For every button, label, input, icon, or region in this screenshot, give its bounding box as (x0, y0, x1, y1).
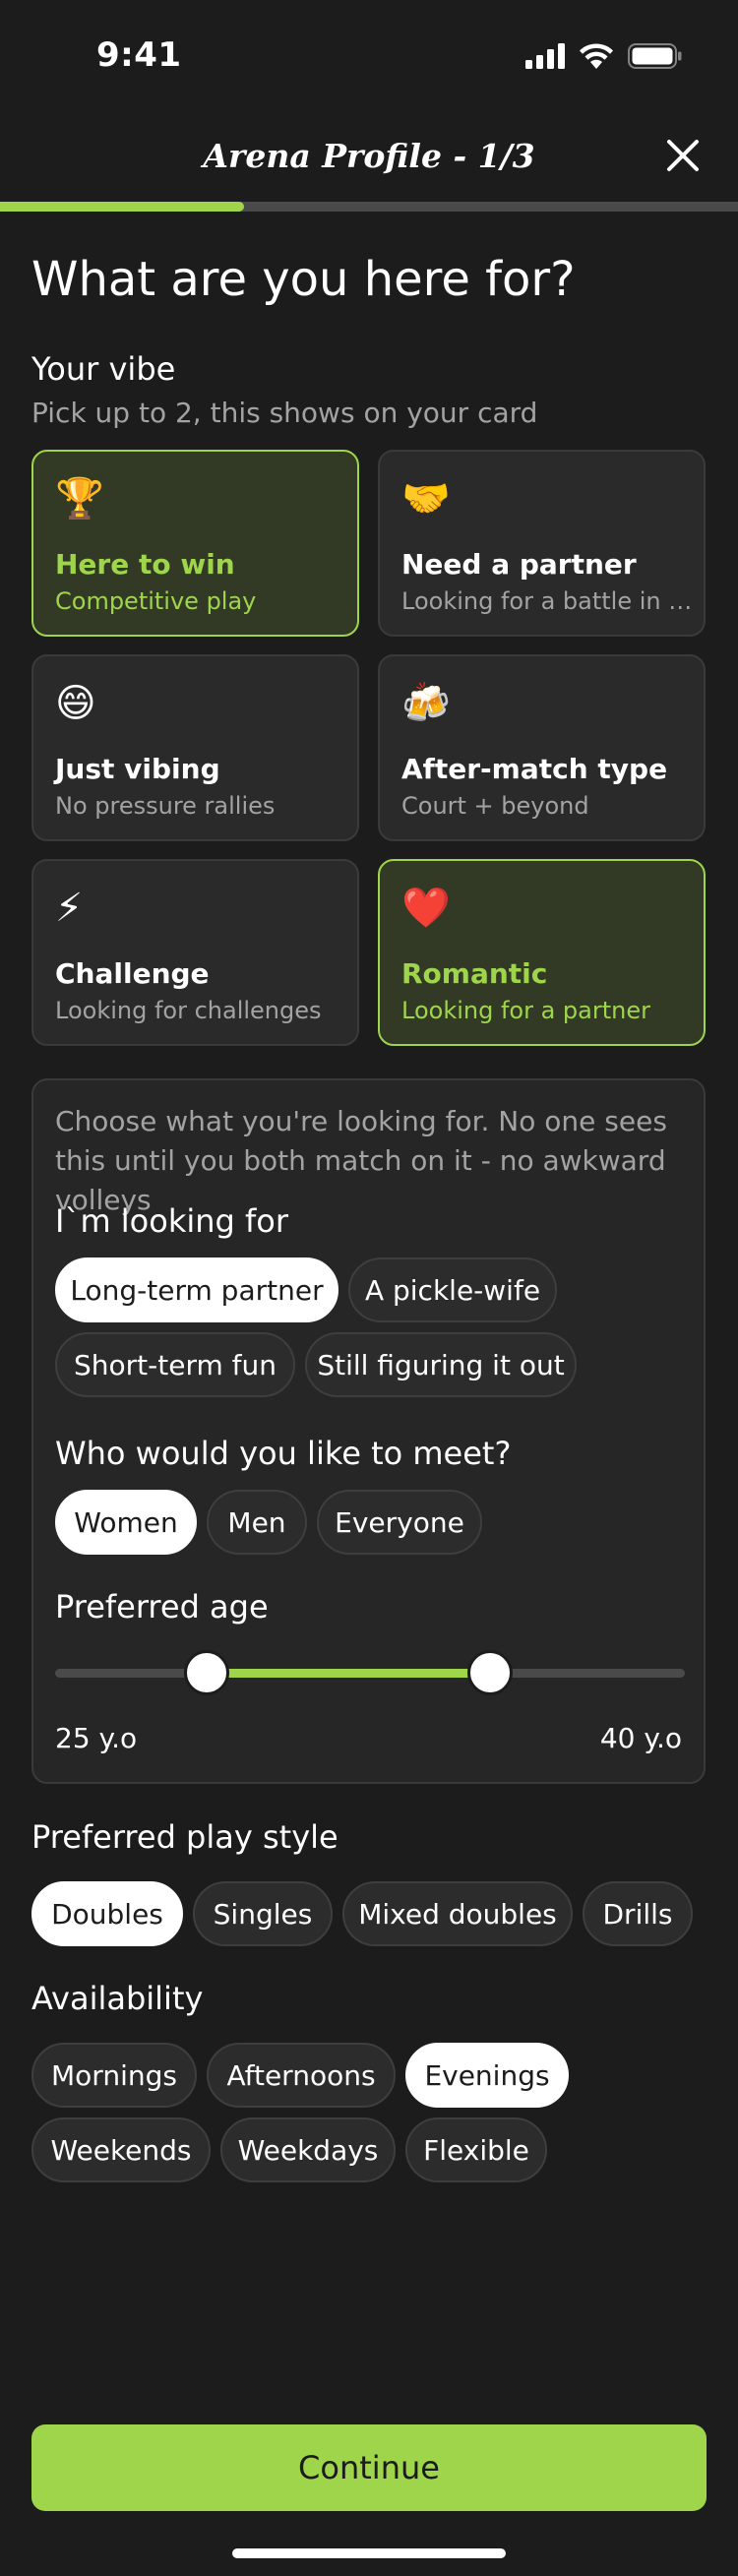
chip-still-figuring-it-out[interactable]: Still figuring it out (305, 1332, 577, 1397)
chip-everyone[interactable]: Everyone (317, 1490, 482, 1555)
vibe-card-title: Just vibing (55, 753, 220, 785)
lightning-icon: ⚡ (55, 886, 84, 931)
status-icons (525, 43, 683, 69)
vibe-card-romantic[interactable]: ❤️ Romantic Looking for a partner (378, 859, 706, 1046)
chip-mixed-doubles[interactable]: Mixed doubles (342, 1881, 573, 1946)
chip-weekdays[interactable]: Weekdays (220, 2117, 396, 2182)
vibe-section-subtitle: Pick up to 2, this shows on your card (31, 397, 538, 429)
vibe-card-subtitle: Looking for a partner (401, 997, 650, 1024)
play-style-title: Preferred play style (31, 1818, 338, 1856)
progress-fill (0, 202, 244, 212)
vibe-card-title: Need a partner (401, 548, 637, 581)
vibe-card-just-vibing[interactable]: 😄 Just vibing No pressure rallies (31, 654, 359, 841)
chip-evenings[interactable]: Evenings (405, 2043, 569, 2108)
progress-bar (0, 202, 738, 212)
vibe-card-challenge[interactable]: ⚡ Challenge Looking for challenges (31, 859, 359, 1046)
status-time: 9:41 (96, 35, 182, 75)
chip-a-pickle-wife[interactable]: A pickle-wife (348, 1257, 557, 1322)
vibe-card-title: Challenge (55, 957, 210, 990)
battery-icon (628, 43, 682, 69)
close-button[interactable] (661, 134, 705, 177)
chip-drills[interactable]: Drills (583, 1881, 693, 1946)
chip-mornings[interactable]: Mornings (31, 2043, 197, 2108)
beer-mugs-icon: 🍻 (401, 681, 451, 726)
age-slider-track[interactable] (55, 1669, 685, 1678)
age-slider-min-handle[interactable] (183, 1650, 229, 1695)
chip-afternoons[interactable]: Afternoons (207, 2043, 396, 2108)
vibe-card-subtitle: Looking for challenges (55, 997, 322, 1024)
looking-for-title: I`m looking for (55, 1202, 289, 1240)
vibe-card-subtitle: Competitive play (55, 587, 257, 615)
grinning-face-icon: 😄 (55, 681, 96, 726)
chip-flexible[interactable]: Flexible (405, 2117, 547, 2182)
chip-long-term-partner[interactable]: Long-term partner (55, 1257, 338, 1322)
age-min-label: 25 y.o (55, 1722, 138, 1754)
vibe-card-title: Romantic (401, 957, 548, 990)
continue-button[interactable]: Continue (31, 2424, 707, 2511)
heart-icon: ❤️ (401, 886, 451, 931)
vibe-card-subtitle: Court + beyond (401, 792, 589, 820)
vibe-card-title: After-match type (401, 753, 668, 785)
vibe-card-after-match-type[interactable]: 🍻 After-match type Court + beyond (378, 654, 706, 841)
chip-doubles[interactable]: Doubles (31, 1881, 183, 1946)
vibe-section-title: Your vibe (31, 350, 176, 388)
age-slider-max-handle[interactable] (466, 1650, 513, 1695)
trophy-icon: 🏆 (55, 476, 104, 521)
age-max-label: 40 y.o (599, 1722, 682, 1754)
chip-men[interactable]: Men (207, 1490, 307, 1555)
preferred-age-title: Preferred age (55, 1588, 269, 1625)
chip-short-term-fun[interactable]: Short-term fun (55, 1332, 295, 1397)
chip-women[interactable]: Women (55, 1490, 197, 1555)
meet-title: Who would you like to meet? (55, 1435, 512, 1472)
chip-singles[interactable]: Singles (193, 1881, 333, 1946)
handshake-icon: 🤝 (401, 476, 451, 521)
signal-icon (525, 43, 565, 69)
availability-title: Availability (31, 1980, 204, 2017)
status-bar: 9:41 (0, 0, 738, 113)
header: Arena Profile - 1/3 (0, 116, 738, 195)
vibe-card-subtitle: No pressure rallies (55, 792, 276, 820)
vibe-card-here-to-win[interactable]: 🏆 Here to win Competitive play (31, 450, 359, 637)
vibe-card-need-a-partner[interactable]: 🤝 Need a partner Looking for a battle in… (378, 450, 706, 637)
page-header-title: Arena Profile - 1/3 (203, 136, 535, 175)
vibe-card-title: Here to win (55, 548, 235, 581)
page-title: What are you here for? (31, 252, 576, 307)
chip-weekends[interactable]: Weekends (31, 2117, 211, 2182)
vibe-card-subtitle: Looking for a battle in to... (401, 587, 693, 615)
looking-for-panel: Choose what you're looking for. No one s… (31, 1078, 706, 1784)
close-icon (667, 140, 699, 171)
age-slider-range (206, 1669, 490, 1678)
wifi-icon (580, 43, 613, 69)
home-indicator (232, 2548, 506, 2558)
